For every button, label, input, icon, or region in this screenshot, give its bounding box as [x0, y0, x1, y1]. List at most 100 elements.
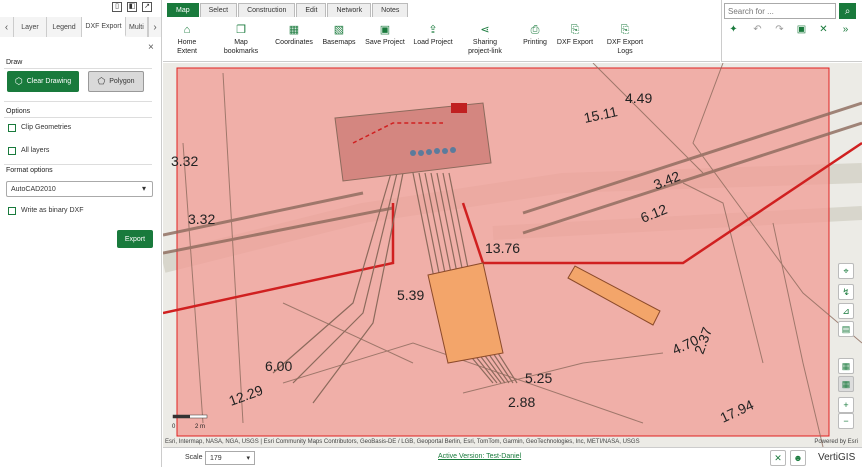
ribbon: Map Select Construction Edit Network Not… [163, 0, 720, 62]
measure-icon[interactable]: ↯ [838, 284, 854, 300]
tab-next-icon[interactable]: › [148, 17, 162, 37]
map-canvas: 3.32 3.32 15.11 4.49 3.42 6.12 13.76 5.3… [163, 63, 862, 447]
basemaps-button[interactable]: ▧ Basemaps [319, 24, 359, 47]
ribbon-tabs: Map Select Construction Edit Network Not… [167, 3, 409, 17]
draw-header: Draw [6, 59, 23, 66]
polygon-icon: ⬠ [97, 76, 106, 86]
map-attribution: Esri, Intermap, NASA, NGA, USGS | Esri C… [165, 439, 640, 445]
dimension-label: 5.39 [397, 287, 424, 303]
dxf-export-button[interactable]: ⎘ DXF Export [555, 24, 595, 47]
tab-construction[interactable]: Construction [238, 3, 296, 17]
status-bar: Scale 179 ▾ Active Version: Test-Daniel … [163, 447, 862, 467]
search-input[interactable]: Search for ... [724, 3, 836, 19]
printer-icon: ⎙ [530, 24, 540, 36]
save-icon: ▣ [379, 24, 391, 36]
map-layer-icon[interactable]: ▦ [838, 358, 854, 374]
split-view-icon[interactable]: ▯ [112, 2, 122, 12]
binary-dxf-checkbox[interactable] [8, 207, 16, 215]
all-layers-checkbox[interactable] [8, 147, 16, 155]
dimension-label: 6.00 [265, 358, 292, 374]
locate-icon[interactable]: ⌖ [838, 263, 854, 279]
file-log-icon: ⎘ [620, 24, 630, 36]
clear-drawing-button[interactable]: ⬡ Clear Drawing [7, 71, 79, 92]
format-select[interactable]: AutoCAD2010 ▾ [6, 181, 153, 197]
binary-dxf-label: Write as binary DXF [21, 207, 84, 214]
coordinates-button[interactable]: ▦ Coordinates [271, 24, 317, 47]
zoom-out-icon[interactable]: − [838, 413, 854, 429]
dimension-label: 4.49 [625, 90, 652, 106]
zoom-in-icon[interactable]: + [838, 397, 854, 413]
map-view[interactable]: 3.32 3.32 15.11 4.49 3.42 6.12 13.76 5.3… [163, 63, 862, 447]
printing-button[interactable]: ⎙ Printing [517, 24, 553, 47]
export-button[interactable]: Export [117, 230, 153, 248]
dimension-label: 13.76 [485, 240, 520, 256]
tools-icon[interactable]: ✕ [770, 450, 786, 466]
profile-icon[interactable]: ⊿ [838, 303, 854, 319]
mail-marker-icon [451, 103, 467, 113]
trash-icon[interactable]: ✕ [818, 24, 829, 35]
powered-by[interactable]: Powered by Esri [814, 439, 858, 445]
tab-edit[interactable]: Edit [296, 3, 327, 17]
panel-window-controls: ▯ ◧ ↗ [112, 2, 152, 12]
scale-label: Scale [185, 454, 203, 461]
divider [4, 68, 152, 69]
more-icon[interactable]: » [840, 24, 851, 35]
popout-icon[interactable]: ↗ [142, 2, 152, 12]
tab-legend[interactable]: Legend [47, 17, 82, 37]
svg-text:2 m: 2 m [195, 424, 205, 430]
layers-edit-icon[interactable]: ▤ [838, 321, 854, 337]
tab-prev-icon[interactable]: ‹ [0, 17, 14, 37]
map-icon: ▧ [333, 24, 345, 36]
panel-tabbar: ‹ Layer Legend DXF Export Multi › [0, 17, 162, 37]
user-icon[interactable]: ☻ [790, 450, 806, 466]
tab-multi[interactable]: Multi [126, 17, 148, 37]
chevron-down-icon: ▾ [141, 184, 146, 193]
tab-select[interactable]: Select [199, 3, 238, 17]
options-header: Options [6, 108, 31, 115]
close-icon[interactable]: × [148, 42, 154, 53]
active-version-link[interactable]: Active Version: Test-Daniel [438, 453, 521, 460]
divider [4, 164, 152, 165]
vertigis-logo: VertiGIS [818, 452, 856, 463]
home-extent-button[interactable]: ⌂ Home Extent [167, 24, 207, 56]
redo-icon[interactable]: ↷ [774, 24, 785, 35]
dock-icon[interactable]: ◧ [127, 2, 137, 12]
home-icon: ⌂ [183, 24, 191, 36]
dimension-label: 5.25 [525, 370, 552, 386]
share-icon: ⋖ [480, 24, 490, 36]
dxf-export-panel: ▯ ◧ ↗ ‹ Layer Legend DXF Export Multi › … [0, 0, 162, 467]
grid-icon: ▦ [288, 24, 300, 36]
chevron-down-icon: ▾ [246, 455, 250, 462]
clip-geometries-label: Clip Geometries [21, 124, 72, 131]
tab-notes[interactable]: Notes [372, 3, 409, 17]
dimension-label: 2.88 [508, 394, 535, 410]
undo-icon[interactable]: ↶ [752, 24, 763, 35]
dimension-label: 3.32 [188, 211, 215, 227]
sharing-button[interactable]: ⋖ Sharing project-link [463, 24, 507, 56]
search-toolbar: Search for ... ⌕ ✦ ↶ ↷ ▣ ✕ » [721, 0, 862, 62]
sparkle-icon[interactable]: ✦ [728, 24, 739, 35]
dxf-export-logs-button[interactable]: ⎘ DXF Export Logs [603, 24, 647, 56]
file-export-icon: ⎘ [570, 24, 580, 36]
save-edit-icon[interactable]: ▣ [796, 24, 807, 35]
search-icon[interactable]: ⌕ [839, 3, 856, 19]
all-layers-label: All layers [21, 147, 50, 154]
tab-map[interactable]: Map [167, 3, 199, 17]
load-project-button[interactable]: ⇪ Load Project [411, 24, 455, 47]
map-layer-alt-icon[interactable]: ▦ [838, 376, 854, 392]
map-bookmarks-button[interactable]: ❐ Map bookmarks [221, 24, 261, 56]
tab-dxf-export[interactable]: DXF Export [82, 17, 126, 37]
book-icon: ❐ [236, 24, 246, 36]
clear-drawing-icon: ⬡ [14, 76, 23, 86]
divider [4, 101, 152, 102]
dimension-label: 3.32 [171, 153, 198, 169]
format-header: Format options [6, 167, 53, 174]
clip-geometries-checkbox[interactable] [8, 124, 16, 132]
tab-layer[interactable]: Layer [14, 17, 47, 37]
upload-icon: ⇪ [428, 24, 438, 36]
polygon-button[interactable]: ⬠ Polygon [88, 71, 144, 92]
divider [4, 117, 152, 118]
save-project-button[interactable]: ▣ Save Project [363, 24, 407, 47]
tab-network[interactable]: Network [327, 3, 372, 17]
scale-select[interactable]: 179 ▾ [205, 451, 255, 465]
